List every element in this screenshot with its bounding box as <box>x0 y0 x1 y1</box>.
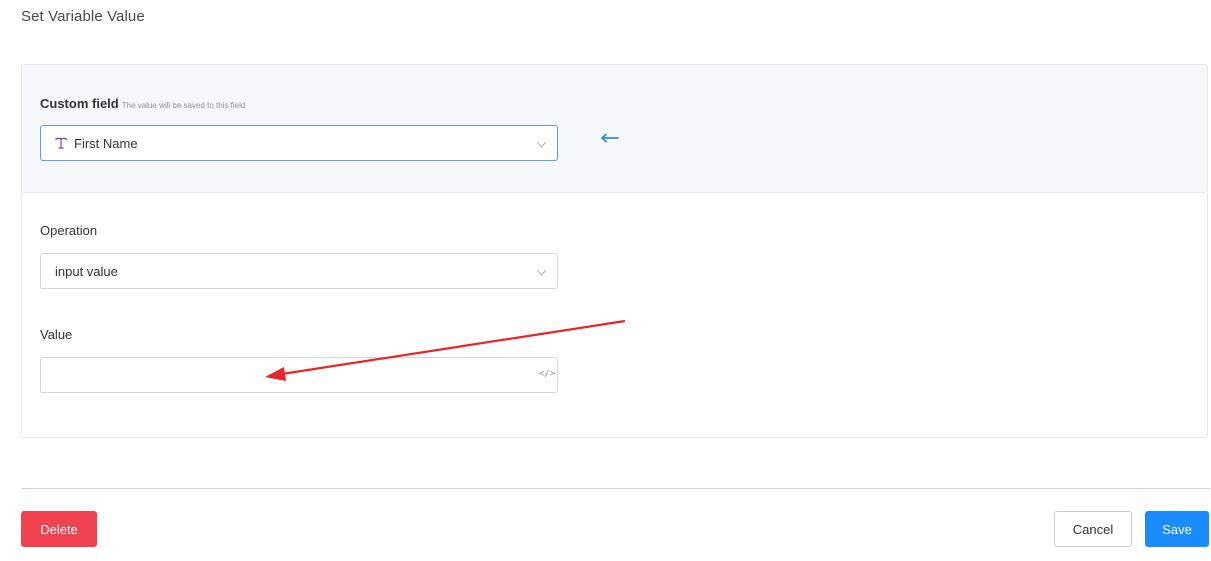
custom-field-label: Custom field The value will be saved to t… <box>40 96 245 111</box>
custom-field-hint: The value will be saved to this field <box>121 101 246 110</box>
footer-divider <box>21 488 1210 489</box>
arrow-left-icon[interactable] <box>601 133 619 143</box>
save-button[interactable]: Save <box>1145 511 1209 547</box>
set-variable-page: Set Variable Value Custom field The value… <box>0 0 1211 561</box>
chevron-down-icon <box>536 265 547 276</box>
delete-button[interactable]: Delete <box>21 511 97 547</box>
page-title: Set Variable Value <box>21 8 145 25</box>
code-insert-icon[interactable]: </> <box>539 369 555 379</box>
custom-field-label-text: Custom field <box>40 96 119 111</box>
custom-field-selected: First Name <box>74 135 138 151</box>
cancel-button[interactable]: Cancel <box>1054 511 1132 547</box>
operation-selected: input value <box>55 263 118 279</box>
value-label: Value <box>40 327 73 342</box>
value-input[interactable] <box>40 357 558 393</box>
operation-select[interactable]: input value <box>40 253 558 289</box>
chevron-down-icon <box>536 137 547 148</box>
text-type-icon <box>55 137 67 149</box>
operation-card <box>21 193 1208 438</box>
operation-label: Operation <box>40 223 98 238</box>
custom-field-select[interactable]: First Name <box>40 125 558 161</box>
